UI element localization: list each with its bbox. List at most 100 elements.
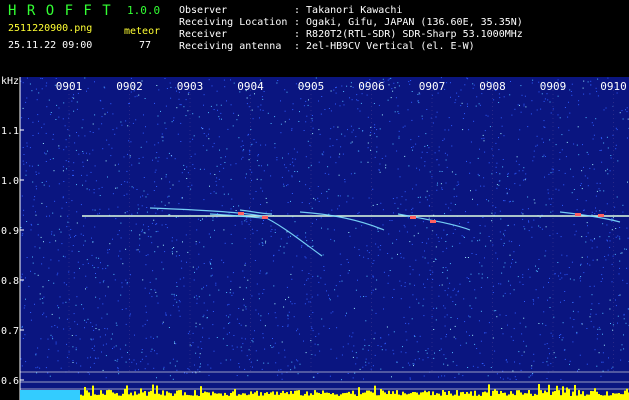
noise-dot	[126, 193, 128, 195]
noise-dot	[37, 132, 39, 134]
noise-dot	[411, 243, 413, 245]
noise-dot	[176, 369, 178, 371]
signal-bar	[470, 391, 472, 400]
noise-dot	[179, 278, 181, 280]
noise-dot	[436, 111, 438, 113]
noise-dot	[291, 278, 293, 280]
noise-dot	[449, 263, 451, 265]
noise-dot	[287, 325, 289, 327]
signal-bar	[206, 392, 208, 400]
noise-dot	[69, 328, 71, 330]
noise-dot	[538, 259, 540, 260]
noise-dot	[85, 275, 87, 277]
noise-dot	[43, 123, 45, 125]
noise-dot	[561, 149, 563, 151]
noise-dot	[336, 357, 338, 359]
noise-dot	[71, 100, 73, 102]
noise-dot	[196, 268, 198, 270]
noise-dot	[61, 243, 63, 245]
noise-dot	[572, 310, 574, 312]
noise-dot	[384, 343, 386, 345]
noise-dot	[307, 140, 309, 142]
signal-bar	[526, 393, 528, 400]
signal-bar	[348, 391, 350, 400]
noise-dot	[284, 89, 286, 91]
noise-dot	[263, 289, 265, 290]
noise-dot	[463, 298, 465, 300]
noise-dot	[51, 336, 53, 338]
noise-dot	[591, 214, 593, 216]
noise-dot	[210, 105, 212, 107]
noise-dot	[273, 346, 275, 348]
freq-label: 0.7	[1, 326, 19, 337]
noise-dot	[568, 101, 569, 103]
noise-dot	[506, 193, 508, 195]
noise-dot	[195, 322, 197, 324]
signal-bar	[312, 394, 314, 400]
noise-dot	[481, 277, 483, 279]
noise-dot	[52, 138, 54, 140]
receiver-value: : R820T2(RTL-SDR) SDR-Sharp 53.1000MHz	[294, 29, 523, 40]
signal-bar	[92, 385, 94, 400]
noise-dot	[625, 322, 627, 324]
noise-dot	[428, 205, 430, 207]
noise-dot	[379, 171, 381, 173]
noise-dot	[345, 315, 346, 317]
noise-dot	[555, 356, 557, 358]
noise-dot	[519, 104, 520, 106]
noise-dot	[477, 366, 479, 368]
noise-dot	[155, 291, 157, 293]
noise-dot	[21, 276, 23, 278]
signal-bar	[426, 392, 428, 400]
noise-dot	[210, 367, 212, 369]
noise-dot	[252, 232, 254, 234]
noise-dot	[446, 314, 448, 316]
noise-dot	[446, 234, 448, 236]
noise-dot	[394, 202, 396, 204]
noise-dot	[359, 254, 361, 256]
noise-dot	[257, 154, 259, 155]
noise-dot	[591, 211, 593, 213]
noise-dot	[314, 199, 316, 201]
signal-bar	[138, 393, 140, 400]
noise-dot	[84, 319, 86, 321]
noise-dot	[228, 316, 230, 318]
noise-dot	[208, 233, 210, 235]
noise-dot	[595, 313, 597, 315]
noise-dot	[296, 255, 298, 257]
noise-dot	[62, 196, 64, 198]
noise-dot	[247, 279, 249, 281]
noise-dot	[186, 372, 188, 374]
noise-dot	[274, 116, 276, 118]
noise-dot	[611, 229, 613, 231]
noise-dot	[541, 138, 543, 140]
noise-dot	[134, 369, 136, 371]
noise-dot	[350, 142, 352, 144]
noise-dot	[481, 265, 483, 267]
noise-dot	[248, 223, 250, 225]
noise-dot	[171, 121, 173, 123]
noise-dot	[100, 262, 101, 264]
noise-dot	[97, 213, 99, 215]
noise-dot	[176, 239, 178, 241]
noise-dot	[64, 125, 66, 127]
noise-dot	[586, 222, 588, 224]
noise-dot	[311, 296, 313, 298]
noise-dot	[405, 322, 407, 324]
noise-dot	[580, 280, 581, 282]
location-value: : Ogaki, Gifu, JAPAN (136.60E, 35.35N)	[294, 17, 523, 28]
noise-dot	[210, 259, 212, 260]
noise-dot	[179, 104, 181, 106]
noise-dot	[535, 289, 537, 291]
noise-dot	[112, 193, 114, 195]
noise-dot	[180, 122, 182, 124]
noise-dot	[287, 153, 289, 155]
noise-dot	[236, 119, 238, 121]
noise-dot	[339, 105, 341, 107]
noise-dot	[615, 299, 616, 301]
signal-bar	[294, 390, 296, 400]
noise-dot	[571, 192, 573, 194]
noise-dot	[510, 200, 511, 202]
noise-dot	[223, 167, 225, 169]
noise-dot	[157, 246, 159, 248]
